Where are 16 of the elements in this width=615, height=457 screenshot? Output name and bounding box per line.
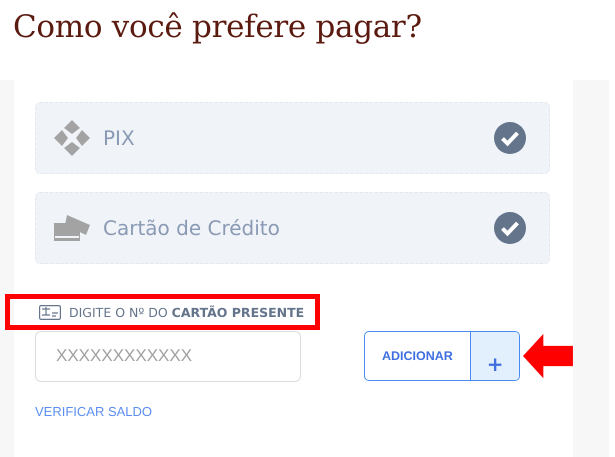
diamond-logo-icon [53,119,91,157]
payment-option[interactable]: Cartão de Crédito [35,192,550,264]
page-title: Como você prefere pagar? [12,8,423,47]
gift-card-input[interactable]: XXXXXXXXXXXX [35,330,301,382]
add-button[interactable]: ADICIONAR + [364,331,520,381]
payment-option-label: PIX [103,126,136,150]
payment-option-label: Cartão de Crédito [103,216,281,240]
credit-cards-icon [53,213,91,243]
check-balance-link[interactable]: VERIFICAR SALDO [35,404,152,419]
plus-button[interactable]: + [470,332,520,380]
check-circle-icon[interactable] [493,211,527,245]
check-circle-icon[interactable] [493,121,527,155]
payment-option[interactable]: PIX [35,102,550,174]
gift-card-icon [39,304,61,320]
add-label: ADICIONAR [380,348,454,365]
gift-card-label: DIGITE O Nº DO CARTÃO PRESENTE [69,304,304,320]
